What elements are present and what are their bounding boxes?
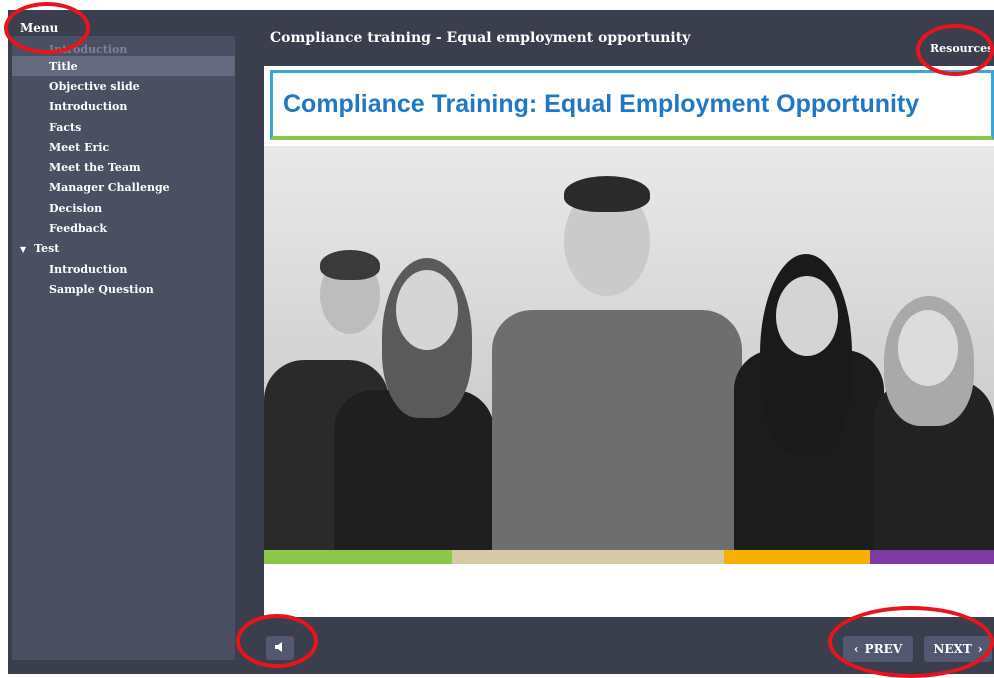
- menu-item-label: Meet the Team: [49, 161, 141, 175]
- sidebar: Introduction Title Objective slide Introduc…: [12, 36, 235, 660]
- menu-item[interactable]: Introduction: [12, 42, 235, 56]
- people-illustration: [264, 146, 994, 550]
- menu-item-label: Introduction: [49, 42, 128, 56]
- slide-banner: Compliance Training: Equal Employment Op…: [270, 70, 994, 140]
- menu-item[interactable]: Objective slide: [12, 76, 235, 96]
- speaker-icon: [274, 641, 286, 656]
- menu-item-label: Decision: [49, 201, 103, 215]
- color-bar-segment: [870, 550, 994, 564]
- next-label: NEXT: [933, 642, 972, 656]
- resources-button[interactable]: Resources: [930, 42, 993, 55]
- menu-item[interactable]: Manager Challenge: [12, 178, 235, 198]
- menu-item[interactable]: Meet the Team: [12, 157, 235, 177]
- prev-label: PREV: [864, 642, 903, 656]
- slide-area: Compliance Training: Equal Employment Op…: [264, 66, 994, 617]
- prev-button[interactable]: ‹ PREV: [843, 636, 913, 662]
- menu-item[interactable]: Title: [12, 56, 235, 77]
- chevron-left-icon: ‹: [853, 642, 859, 656]
- menu-item-label: Title: [49, 59, 78, 73]
- menu-item-label: Meet Eric: [49, 140, 110, 154]
- menu-item[interactable]: Meet Eric: [12, 137, 235, 157]
- menu-item[interactable]: Introduction: [12, 259, 235, 279]
- course-title: Compliance training - Equal employment o…: [270, 30, 691, 46]
- next-button[interactable]: NEXT ›: [924, 636, 992, 662]
- slide-color-bar: [264, 550, 994, 564]
- menu-item-label: Sample Question: [49, 282, 154, 296]
- caret-down-icon: ▼: [20, 243, 27, 254]
- color-bar-segment: [264, 550, 452, 564]
- menu-item[interactable]: Facts: [12, 117, 235, 137]
- menu-section-test[interactable]: ▼ Test: [12, 239, 235, 259]
- menu-item[interactable]: Decision: [12, 198, 235, 218]
- menu-item[interactable]: Sample Question: [12, 279, 235, 299]
- menu-list: Introduction Title Objective slide Introduc…: [12, 43, 235, 300]
- menu-item-label: Manager Challenge: [49, 181, 170, 195]
- menu-item-label: Introduction: [49, 100, 128, 114]
- chevron-right-icon: ›: [977, 642, 983, 656]
- audio-button[interactable]: [266, 636, 294, 660]
- menu-item-label: Facts: [49, 120, 82, 134]
- menu-item-label: Introduction: [49, 262, 128, 276]
- color-bar-segment: [724, 550, 870, 564]
- menu-item-label: Test: [34, 242, 60, 256]
- slide-title: Compliance Training: Equal Employment Op…: [283, 90, 920, 118]
- menu-item-label: Feedback: [49, 222, 108, 236]
- color-bar-segment: [452, 550, 724, 564]
- menu-tab[interactable]: Menu: [10, 16, 70, 40]
- menu-item-label: Objective slide: [49, 79, 140, 93]
- team-photo: [264, 146, 994, 550]
- menu-item[interactable]: Feedback: [12, 218, 235, 238]
- menu-item[interactable]: Introduction: [12, 97, 235, 117]
